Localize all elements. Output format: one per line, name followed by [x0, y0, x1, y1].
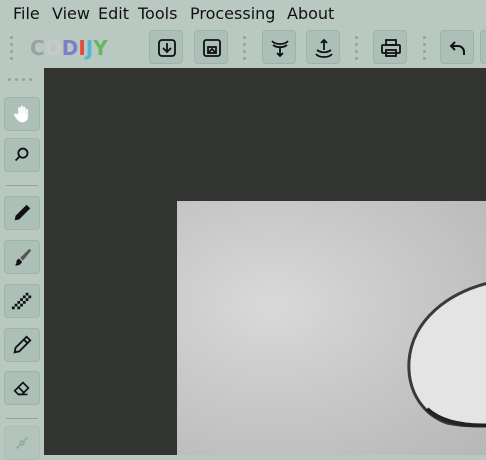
tools-sidebar	[0, 68, 44, 460]
sidebar-divider	[6, 418, 38, 419]
pen-outline-icon	[13, 335, 32, 354]
picture-frame-icon	[203, 39, 221, 57]
menu-about[interactable]: About	[287, 4, 334, 23]
funnel-down-icon	[271, 40, 289, 58]
hand-tool[interactable]	[4, 97, 40, 131]
undo-arrow-icon	[449, 41, 465, 55]
download-arrow-icon	[158, 39, 176, 57]
eraser-icon	[13, 381, 30, 396]
open-picture-button[interactable]	[194, 30, 228, 64]
logo-letter: I	[78, 36, 86, 60]
eraser-tool[interactable]	[4, 371, 40, 405]
brush-icon	[14, 248, 32, 266]
photo-image	[177, 201, 486, 455]
export-colors-button[interactable]	[306, 30, 340, 64]
printer-icon	[381, 39, 401, 57]
toolbar-grip-handle[interactable]	[242, 36, 248, 60]
checker-brush-icon	[11, 292, 32, 310]
menu-view[interactable]: View	[52, 4, 90, 23]
toolbar-grip-handle[interactable]	[354, 36, 360, 60]
sidebar-divider	[6, 185, 38, 186]
outline-pen-tool[interactable]	[4, 328, 40, 362]
toolbar-overflow-button[interactable]	[480, 30, 486, 64]
magnifier-icon	[14, 147, 29, 162]
sidebar-grip-handle[interactable]	[8, 76, 36, 82]
menu-processing[interactable]: Processing	[190, 4, 275, 23]
codijy-logo: CODIJY	[30, 36, 108, 60]
menu-file[interactable]: File	[13, 4, 40, 23]
link-icon	[15, 436, 29, 450]
hand-icon	[13, 105, 29, 123]
photo-content-shape	[407, 282, 486, 428]
logo-letter: O	[44, 36, 62, 60]
logo-letter: D	[61, 36, 79, 60]
logo-letter: Y	[93, 36, 108, 60]
brush-tool[interactable]	[4, 240, 40, 274]
pencil-tool[interactable]	[4, 196, 40, 230]
undo-button[interactable]	[440, 30, 474, 64]
image-canvas[interactable]	[44, 68, 486, 455]
menu-tools[interactable]: Tools	[138, 4, 177, 23]
toolbar-grip-handle[interactable]	[422, 36, 428, 60]
funnel-up-icon	[315, 38, 333, 58]
toolbar-grip-handle[interactable]	[9, 36, 15, 60]
menu-edit[interactable]: Edit	[98, 4, 129, 23]
dither-brush-tool[interactable]	[4, 284, 40, 318]
print-button[interactable]	[373, 30, 407, 64]
pencil-icon	[14, 204, 31, 221]
open-image-button[interactable]	[149, 30, 183, 64]
main-toolbar: CODIJY	[0, 28, 486, 68]
zoom-tool[interactable]	[4, 138, 40, 172]
import-colors-button[interactable]	[262, 30, 296, 64]
menu-bar: File View Edit Tools Processing About	[0, 0, 486, 28]
logo-letter: C	[30, 36, 45, 60]
